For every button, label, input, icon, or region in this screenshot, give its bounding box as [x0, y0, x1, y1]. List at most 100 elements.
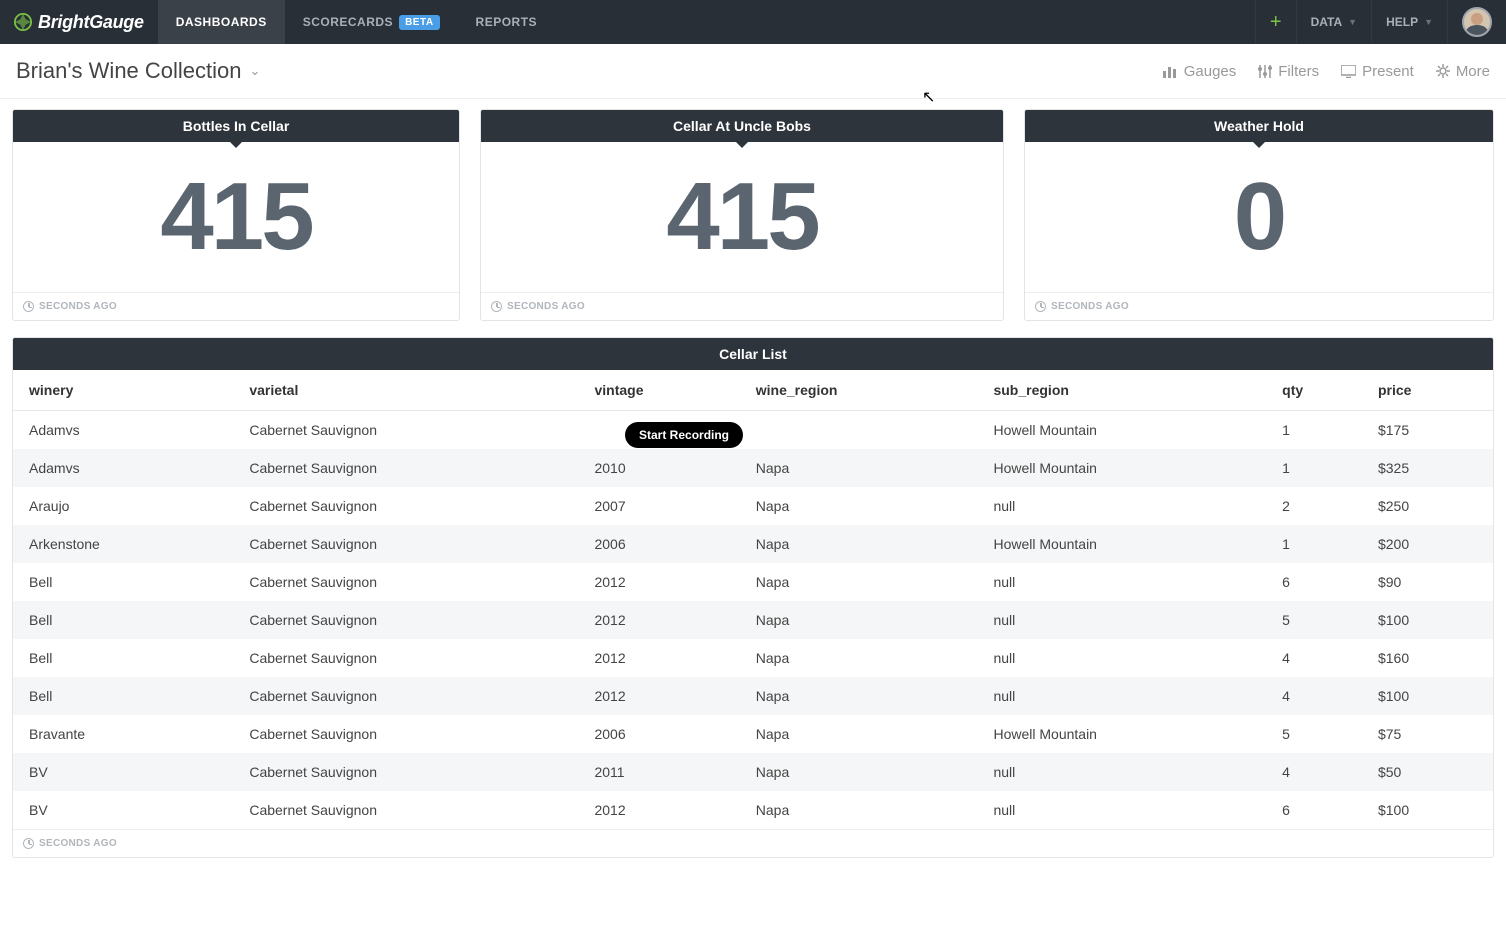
clock-icon: [23, 838, 34, 849]
cell-sub_region: null: [983, 563, 1272, 601]
table-row[interactable]: AdamvsCabernet SauvignonHowell Mountain1…: [13, 411, 1493, 450]
col-sub-region[interactable]: sub_region: [983, 370, 1272, 411]
cell-qty: 4: [1272, 753, 1368, 791]
cell-sub_region: null: [983, 601, 1272, 639]
gauges-button[interactable]: Gauges: [1163, 63, 1237, 80]
main-nav: DASHBOARDS SCORECARDS BETA REPORTS: [158, 0, 1255, 44]
filters-button[interactable]: Filters: [1258, 63, 1319, 80]
cell-winery: Araujo: [13, 487, 239, 525]
data-menu[interactable]: DATA▼: [1296, 0, 1371, 44]
cell-qty: 1: [1272, 525, 1368, 563]
nav-scorecards[interactable]: SCORECARDS BETA: [285, 0, 458, 44]
cell-qty: 5: [1272, 601, 1368, 639]
brand-text: BrightGauge: [38, 12, 144, 33]
cell-wine_region: [746, 411, 984, 450]
cell-qty: 4: [1272, 677, 1368, 715]
chart-icon: [1163, 65, 1178, 78]
clock-icon: [23, 301, 34, 312]
card-header: Bottles In Cellar: [13, 110, 459, 142]
add-button[interactable]: +: [1255, 0, 1296, 44]
metric-value: 415: [160, 162, 311, 272]
more-button[interactable]: More: [1436, 63, 1490, 80]
cell-sub_region: Howell Mountain: [983, 449, 1272, 487]
dashboard-actions: Gauges Filters Present More: [1163, 63, 1490, 80]
table-row[interactable]: BellCabernet Sauvignon2012Napanull5$100: [13, 601, 1493, 639]
cell-winery: Adamvs: [13, 449, 239, 487]
cell-price: $250: [1368, 487, 1493, 525]
cell-vintage: 2012: [584, 601, 745, 639]
present-button[interactable]: Present: [1341, 63, 1414, 80]
dashboard-subheader: Brian's Wine Collection ⌄ Gauges Filters…: [0, 44, 1506, 99]
card-bottles-in-cellar[interactable]: Bottles In Cellar 415 SECONDS AGO: [12, 109, 460, 321]
cell-sub_region: null: [983, 791, 1272, 829]
cell-price: $100: [1368, 677, 1493, 715]
cellar-list-card: Cellar List winery varietal vintage wine…: [12, 337, 1494, 858]
cellar-table: winery varietal vintage wine_region sub_…: [13, 370, 1493, 829]
table-row[interactable]: BVCabernet Sauvignon2012Napanull6$100: [13, 791, 1493, 829]
cell-vintage: 2012: [584, 563, 745, 601]
cell-wine_region: Napa: [746, 639, 984, 677]
sliders-icon: [1258, 65, 1272, 78]
cell-varietal: Cabernet Sauvignon: [239, 525, 584, 563]
cell-wine_region: Napa: [746, 449, 984, 487]
chevron-down-icon: ▼: [1348, 17, 1357, 27]
cell-qty: 5: [1272, 715, 1368, 753]
cell-sub_region: Howell Mountain: [983, 525, 1272, 563]
cell-wine_region: Napa: [746, 791, 984, 829]
cell-winery: Bell: [13, 639, 239, 677]
table-row[interactable]: AdamvsCabernet Sauvignon2010NapaHowell M…: [13, 449, 1493, 487]
card-body: 415: [481, 142, 1003, 292]
help-menu[interactable]: HELP▼: [1371, 0, 1447, 44]
beta-badge: BETA: [399, 15, 439, 30]
cell-sub_region: null: [983, 677, 1272, 715]
table-row[interactable]: BVCabernet Sauvignon2011Napanull4$50: [13, 753, 1493, 791]
user-menu[interactable]: [1447, 0, 1506, 44]
card-header: Cellar List: [13, 338, 1493, 370]
cell-winery: Adamvs: [13, 411, 239, 450]
nav-reports[interactable]: REPORTS: [458, 0, 556, 44]
table-row[interactable]: BravanteCabernet Sauvignon2006NapaHowell…: [13, 715, 1493, 753]
cell-wine_region: Napa: [746, 563, 984, 601]
cell-varietal: Cabernet Sauvignon: [239, 487, 584, 525]
col-qty[interactable]: qty: [1272, 370, 1368, 411]
col-price[interactable]: price: [1368, 370, 1493, 411]
cell-qty: 4: [1272, 639, 1368, 677]
cell-winery: BV: [13, 753, 239, 791]
card-weather-hold[interactable]: Weather Hold 0 SECONDS AGO: [1024, 109, 1494, 321]
cell-wine_region: Napa: [746, 601, 984, 639]
table-row[interactable]: ArkenstoneCabernet Sauvignon2006NapaHowe…: [13, 525, 1493, 563]
col-winery[interactable]: winery: [13, 370, 239, 411]
table-row[interactable]: BellCabernet Sauvignon2012Napanull4$160: [13, 639, 1493, 677]
recording-tooltip[interactable]: Start Recording: [625, 422, 743, 448]
cell-winery: Bravante: [13, 715, 239, 753]
metric-value: 0: [1234, 162, 1284, 272]
cell-varietal: Cabernet Sauvignon: [239, 753, 584, 791]
cell-wine_region: Napa: [746, 525, 984, 563]
cell-price: $160: [1368, 639, 1493, 677]
cell-wine_region: Napa: [746, 487, 984, 525]
monitor-icon: [1341, 65, 1356, 78]
cell-vintage: 2012: [584, 677, 745, 715]
card-body: 0: [1025, 142, 1493, 292]
header-right: + DATA▼ HELP▼: [1255, 0, 1506, 44]
cell-qty: 1: [1272, 411, 1368, 450]
col-vintage[interactable]: vintage: [584, 370, 745, 411]
cell-winery: Bell: [13, 601, 239, 639]
col-wine-region[interactable]: wine_region: [746, 370, 984, 411]
dashboard-title[interactable]: Brian's Wine Collection ⌄: [16, 58, 260, 84]
cell-winery: BV: [13, 791, 239, 829]
table-row[interactable]: AraujoCabernet Sauvignon2007Napanull2$25…: [13, 487, 1493, 525]
cell-price: $100: [1368, 601, 1493, 639]
table-row[interactable]: BellCabernet Sauvignon2012Napanull6$90: [13, 563, 1493, 601]
cell-price: $90: [1368, 563, 1493, 601]
card-footer: SECONDS AGO: [1025, 292, 1493, 320]
cell-price: $50: [1368, 753, 1493, 791]
brand-logo[interactable]: BrightGauge: [0, 0, 158, 44]
col-varietal[interactable]: varietal: [239, 370, 584, 411]
cell-sub_region: Howell Mountain: [983, 411, 1272, 450]
table-row[interactable]: BellCabernet Sauvignon2012Napanull4$100: [13, 677, 1493, 715]
nav-dashboards[interactable]: DASHBOARDS: [158, 0, 285, 44]
cell-vintage: 2012: [584, 639, 745, 677]
card-cellar-uncle-bobs[interactable]: Cellar At Uncle Bobs 415 SECONDS AGO: [480, 109, 1004, 321]
clock-icon: [1035, 301, 1046, 312]
